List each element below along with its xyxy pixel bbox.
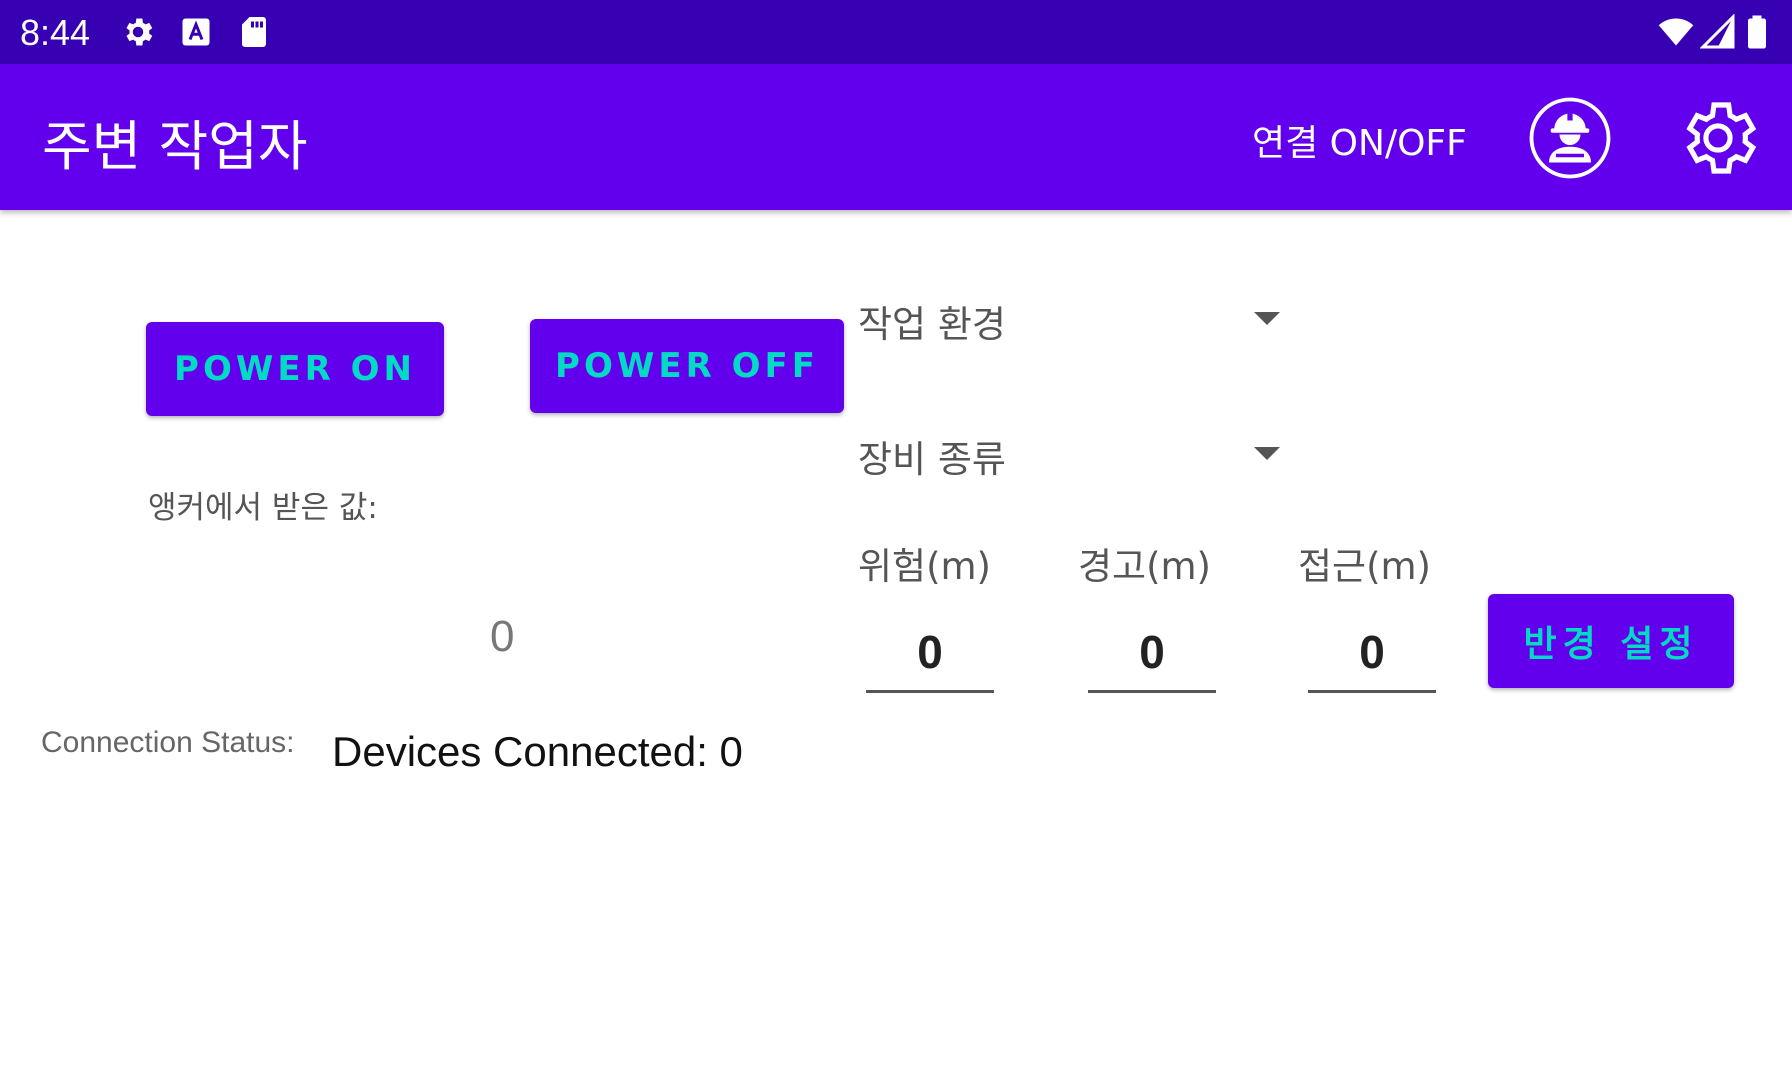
work-environment-spinner[interactable]: 작업 환경 [858,290,1288,350]
approach-distance-input[interactable]: 0 [1308,625,1436,693]
apply-radius-button[interactable]: 반경 설정 [1488,594,1734,688]
equipment-type-label: 장비 종류 [858,438,1006,481]
work-environment-label: 작업 환경 [858,303,1006,346]
power-off-button[interactable]: POWER OFF [530,319,844,413]
connection-status-label: Connection Status: [41,726,295,759]
page-title: 주변 작업자 [42,115,308,178]
app-bar: 주변 작업자 연결 ON/OFF [0,64,1792,210]
anchor-value-label: 앵커에서 받은 값: [148,490,378,526]
sd-card-icon [236,14,272,50]
danger-distance-label: 위험(m) [858,545,991,588]
cell-signal-icon [1700,14,1736,50]
dropdown-arrow-icon [1254,447,1280,460]
dropdown-arrow-icon [1254,312,1280,325]
gear-icon[interactable] [1674,94,1762,182]
power-on-button[interactable]: POWER ON [146,322,444,416]
danger-distance-input[interactable]: 0 [866,625,994,693]
devices-connected-text: Devices Connected: 0 [332,728,743,775]
keyboard-a-icon [178,14,214,50]
battery-icon [1742,14,1772,50]
warning-distance-label: 경고(m) [1078,545,1211,588]
worker-helmet-icon[interactable] [1528,96,1612,180]
equipment-type-spinner[interactable]: 장비 종류 [858,425,1288,485]
connection-toggle-button[interactable]: 연결 ON/OFF [1252,114,1467,166]
settings-icon [120,14,156,50]
warning-distance-input[interactable]: 0 [1088,625,1216,693]
wifi-icon [1656,14,1696,50]
status-time: 8:44 [20,12,91,53]
approach-distance-label: 접근(m) [1298,545,1431,588]
status-bar: 8:44 [0,0,1792,64]
anchor-value: 0 [490,612,515,661]
